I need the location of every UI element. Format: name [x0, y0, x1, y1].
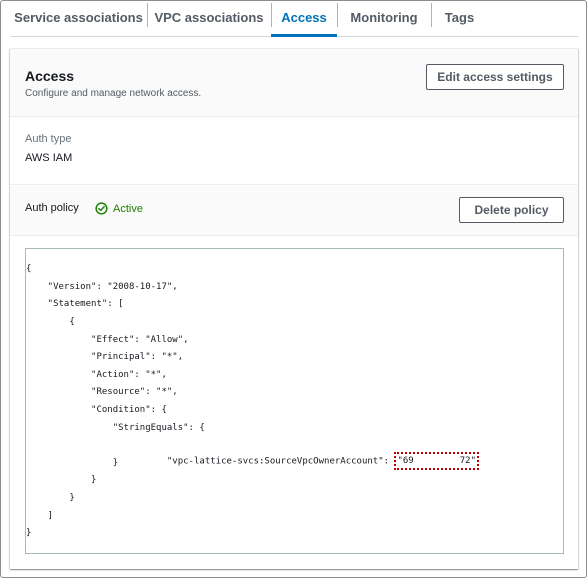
- code-line: {: [26, 264, 32, 274]
- auth-type-section: Auth type AWS IAM: [10, 118, 578, 185]
- delete-policy-button[interactable]: Delete policy: [459, 197, 564, 223]
- access-container: Access Configure and manage network acce…: [10, 48, 578, 569]
- access-title: Access: [25, 68, 75, 84]
- policy-code-viewer: { "Version": "2008-10-17", "Statement": …: [25, 248, 564, 554]
- code-line: "Effect": "Allow",: [26, 335, 189, 345]
- auth-type-label: Auth type: [25, 133, 72, 145]
- tab-service-associations[interactable]: Service associations: [10, 0, 147, 34]
- code-line: }: [26, 475, 97, 485]
- code-line: "StringEquals": {: [26, 423, 205, 433]
- code-line: "Statement": [: [26, 299, 124, 309]
- auth-type-value: AWS IAM: [25, 152, 73, 164]
- access-description: Configure and manage network access.: [25, 88, 202, 99]
- code-line: "Condition": {: [26, 405, 167, 415]
- access-header: Access Configure and manage network acce…: [10, 49, 578, 117]
- account-id-suffix: 72": [459, 456, 476, 466]
- code-line: ]: [26, 511, 54, 521]
- tab-monitoring[interactable]: Monitoring: [337, 0, 431, 34]
- auth-policy-label: Auth policy: [25, 202, 79, 214]
- tab-bar: Service associations VPC associations Ac…: [10, 0, 578, 37]
- code-line: "Action": "*",: [26, 370, 167, 380]
- code-line: "Version": "2008-10-17",: [26, 282, 178, 292]
- status-badge: Active: [95, 202, 143, 215]
- account-id-prefix: "69: [397, 456, 414, 466]
- redacted-account-id: "69 72": [394, 452, 479, 470]
- tab-access[interactable]: Access: [271, 0, 337, 37]
- code-line: }: [26, 458, 119, 468]
- auth-policy-header: Auth policy Active Delete policy: [10, 186, 578, 236]
- tab-tags[interactable]: Tags: [431, 0, 488, 34]
- code-line: }: [26, 528, 32, 538]
- code-line: {: [26, 317, 75, 327]
- code-line: "Resource": "*",: [26, 387, 178, 397]
- code-line: }: [26, 493, 75, 503]
- edit-access-settings-button[interactable]: Edit access settings: [426, 64, 564, 90]
- check-circle-icon: [95, 202, 108, 215]
- code-line: "Principal": "*",: [26, 352, 184, 362]
- code-line-account: "vpc-lattice-svcs:SourceVpcOwnerAccount"…: [26, 438, 479, 470]
- tab-vpc-associations[interactable]: VPC associations: [147, 0, 271, 34]
- status-text: Active: [113, 202, 143, 215]
